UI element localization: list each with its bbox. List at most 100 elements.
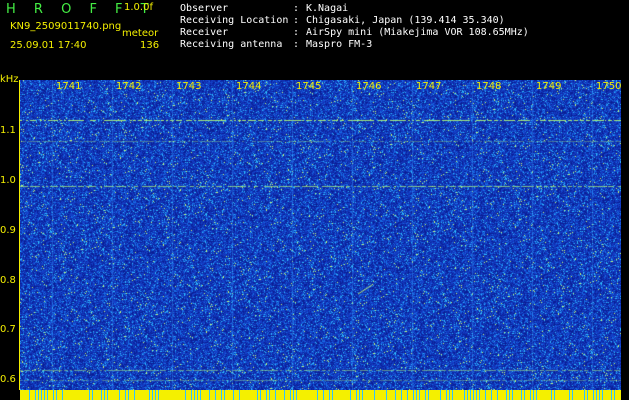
- x-tick-label: 1746: [356, 81, 382, 92]
- level-tick: [317, 390, 318, 400]
- level-tick: [332, 390, 333, 400]
- frequency-unit: kHz: [0, 74, 19, 85]
- level-tick: [275, 390, 276, 400]
- level-tick: [149, 390, 150, 400]
- receiver-value: AirSpy mini (Miakejima VOR 108.65MHz): [306, 27, 529, 38]
- location-value: Chigasaki, Japan (139.414 35.340): [306, 15, 505, 26]
- level-tick: [485, 390, 486, 400]
- level-tick: [284, 390, 285, 400]
- level-tick: [29, 390, 30, 400]
- observer-value: K.Nagai: [306, 3, 349, 14]
- spectrogram-plot: [20, 80, 621, 390]
- x-tick-label: 1747: [416, 81, 442, 92]
- level-tick: [425, 390, 426, 400]
- level-tick: [359, 390, 360, 400]
- level-tick: [155, 390, 156, 400]
- level-tick: [509, 390, 510, 400]
- x-tick-label: 1742: [116, 81, 142, 92]
- level-tick: [290, 390, 291, 400]
- level-tick: [419, 390, 420, 400]
- level-tick: [512, 390, 513, 400]
- level-tick: [191, 390, 192, 400]
- level-tick: [107, 390, 108, 400]
- level-tick: [440, 390, 441, 400]
- level-tick: [374, 390, 375, 400]
- app-version: 1.0.0f: [124, 2, 153, 13]
- level-tick: [209, 390, 210, 400]
- level-tick: [56, 390, 57, 400]
- level-tick: [530, 390, 531, 400]
- level-tick: [119, 390, 120, 400]
- level-tick: [356, 390, 357, 400]
- level-tick: [215, 390, 216, 400]
- level-tick: [452, 390, 453, 400]
- y-tick-label: 1.0: [0, 175, 16, 186]
- level-tick: [428, 390, 429, 400]
- level-tick: [200, 390, 201, 400]
- hrofft-window: H R O F F T 1.0.0f KN9_2509011740.png me…: [0, 0, 629, 400]
- level-tick: [467, 390, 468, 400]
- level-tick: [584, 390, 585, 400]
- level-tick: [473, 390, 474, 400]
- level-tick: [185, 390, 186, 400]
- level-tick: [599, 390, 600, 400]
- level-tick: [350, 390, 351, 400]
- x-tick-label: 1741: [56, 81, 82, 92]
- spectrogram-canvas: [20, 80, 621, 390]
- level-tick: [101, 390, 102, 400]
- level-tick: [533, 390, 534, 400]
- x-tick-label: 1748: [476, 81, 502, 92]
- x-tick-label: 1743: [176, 81, 202, 92]
- level-tick: [464, 390, 465, 400]
- antenna-colon: :: [293, 39, 300, 50]
- level-tick: [293, 390, 294, 400]
- x-tick-label: 1744: [236, 81, 262, 92]
- level-tick: [158, 390, 159, 400]
- level-tick: [551, 390, 552, 400]
- y-tick-label: 0.8: [0, 275, 16, 286]
- level-tick: [266, 390, 267, 400]
- level-tick: [362, 390, 363, 400]
- level-tick: [470, 390, 471, 400]
- location-label: Receiving Location: [180, 15, 289, 26]
- level-tick: [224, 390, 225, 400]
- level-tick: [44, 390, 45, 400]
- level-tick: [401, 390, 402, 400]
- level-tick: [476, 390, 477, 400]
- observer-colon: :: [293, 3, 300, 14]
- timestamp: 25.09.01 17:40: [10, 40, 87, 51]
- receiver-label: Receiver: [180, 27, 229, 38]
- level-tick: [521, 390, 522, 400]
- level-tick: [197, 390, 198, 400]
- level-tick: [260, 390, 261, 400]
- level-tick: [92, 390, 93, 400]
- level-tick: [491, 390, 492, 400]
- antenna-label: Receiving antenna: [180, 39, 283, 50]
- level-tick: [47, 390, 48, 400]
- level-tick: [446, 390, 447, 400]
- receiver-colon: :: [293, 27, 300, 38]
- level-tick: [233, 390, 234, 400]
- x-tick-label: 1749: [536, 81, 562, 92]
- y-tick-label: 0.7: [0, 324, 16, 335]
- level-tick: [416, 390, 417, 400]
- location-colon: :: [293, 15, 300, 26]
- level-tick: [554, 390, 555, 400]
- echo-count: 136: [140, 40, 160, 51]
- observer-label: Observer: [180, 3, 229, 14]
- level-tick: [134, 390, 135, 400]
- level-tick: [572, 390, 573, 400]
- x-tick-label: 1750: [596, 81, 622, 92]
- level-tick: [41, 390, 42, 400]
- level-tick: [89, 390, 90, 400]
- level-tick: [62, 390, 63, 400]
- level-tick: [569, 390, 570, 400]
- level-tick: [53, 390, 54, 400]
- level-tick: [386, 390, 387, 400]
- level-tick: [194, 390, 195, 400]
- level-tick: [323, 390, 324, 400]
- level-tick: [35, 390, 36, 400]
- level-tick: [524, 390, 525, 400]
- level-tick: [536, 390, 537, 400]
- detection-mode: meteor: [122, 28, 159, 39]
